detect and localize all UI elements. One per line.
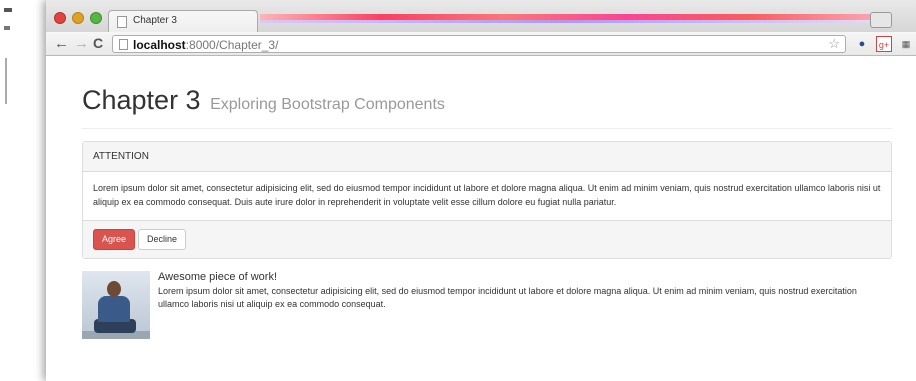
tab-strip: Chapter 3 xyxy=(46,0,916,32)
render-glitch xyxy=(260,20,870,23)
media-body: Awesome piece of work! Lorem ipsum dolor… xyxy=(158,271,888,311)
address-url: localhost:8000/Chapter_3/ xyxy=(133,38,278,52)
page-icon xyxy=(119,39,128,50)
bookmark-star-icon[interactable]: ☆ xyxy=(828,36,840,52)
media-object: Awesome piece of work! Lorem ipsum dolor… xyxy=(82,271,892,341)
extension-google-plus-icon[interactable]: g+ xyxy=(876,36,892,52)
back-arrow-icon[interactable]: ← xyxy=(54,35,69,52)
agree-button[interactable]: Agree xyxy=(93,229,136,250)
url-path: :8000/Chapter_3/ xyxy=(185,38,279,52)
new-tab-button[interactable] xyxy=(870,12,892,28)
page-title-text: Chapter 3 xyxy=(82,85,201,115)
panel-footer: Agree Decline xyxy=(83,220,891,258)
photo-person-head xyxy=(107,281,121,297)
close-window-button[interactable] xyxy=(54,12,66,24)
url-host: localhost xyxy=(133,38,186,52)
desktop-bar xyxy=(5,58,7,104)
desktop-mark xyxy=(4,8,12,12)
desktop-mark xyxy=(4,26,10,30)
browser-window: Chapter 3 ← → C localhost:8000/Chapter_3… xyxy=(46,0,916,381)
tab-title: Chapter 3 xyxy=(133,15,177,26)
browser-tab[interactable]: Chapter 3 xyxy=(108,10,258,32)
attention-panel: ATTENTION Lorem ipsum dolor sit amet, co… xyxy=(82,141,892,259)
desktop-background xyxy=(0,0,46,381)
media-heading: Awesome piece of work! xyxy=(158,271,278,283)
media-text: Lorem ipsum dolor sit amet, consectetur … xyxy=(158,286,857,309)
page-favicon-icon xyxy=(117,16,127,28)
extension-calendar-icon[interactable]: ▦ xyxy=(898,36,914,52)
page-header: Chapter 3 Exploring Bootstrap Components xyxy=(82,85,892,129)
page-content: Chapter 3 Exploring Bootstrap Components… xyxy=(46,57,916,381)
minimize-window-button[interactable] xyxy=(72,12,84,24)
photo-person-body xyxy=(98,296,130,322)
maximize-window-button[interactable] xyxy=(90,12,102,24)
decline-button[interactable]: Decline xyxy=(138,229,187,250)
browser-toolbar: ← → C localhost:8000/Chapter_3/ ☆ ● g+ ▦… xyxy=(46,32,916,56)
panel-body: Lorem ipsum dolor sit amet, consectetur … xyxy=(93,183,881,207)
extension-user-icon[interactable]: ● xyxy=(854,36,870,52)
forward-arrow-icon[interactable]: → xyxy=(74,35,89,52)
page-title: Chapter 3 Exploring Bootstrap Components xyxy=(82,85,892,116)
page-subtitle: Exploring Bootstrap Components xyxy=(210,96,445,113)
address-bar[interactable]: localhost:8000/Chapter_3/ ☆ xyxy=(112,35,846,53)
profile-photo xyxy=(82,271,150,339)
panel-heading: ATTENTION xyxy=(83,142,891,172)
reload-icon[interactable]: C xyxy=(93,35,103,52)
